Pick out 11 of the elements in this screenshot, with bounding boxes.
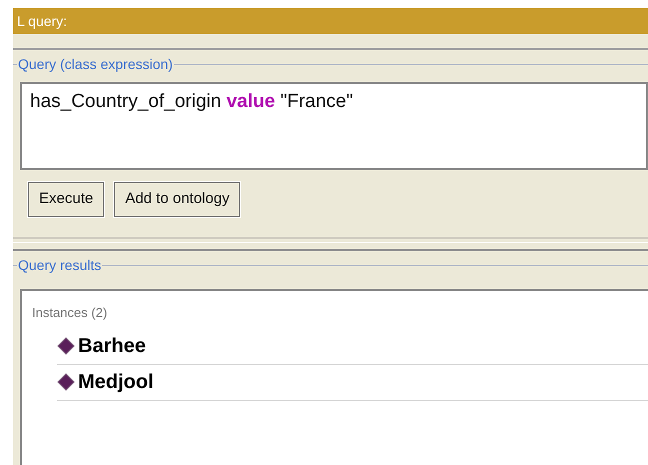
instance-item[interactable]: Medjool	[78, 367, 154, 397]
diamond-icon	[57, 373, 75, 391]
diamond-icon	[57, 337, 75, 355]
toolbar-button[interactable]: Execute	[28, 182, 104, 217]
view-title: L query:	[17, 12, 68, 31]
group-legend: Query (class expression)	[17, 54, 174, 74]
query-input-field[interactable]: has_Country_of_origin value "France"	[20, 82, 648, 170]
instances-heading: Instances (2)	[32, 304, 108, 322]
toolbar-button[interactable]: Add to ontology	[114, 182, 240, 217]
group-legend: Query results	[17, 254, 102, 276]
instance-item[interactable]: Barhee	[78, 331, 146, 361]
